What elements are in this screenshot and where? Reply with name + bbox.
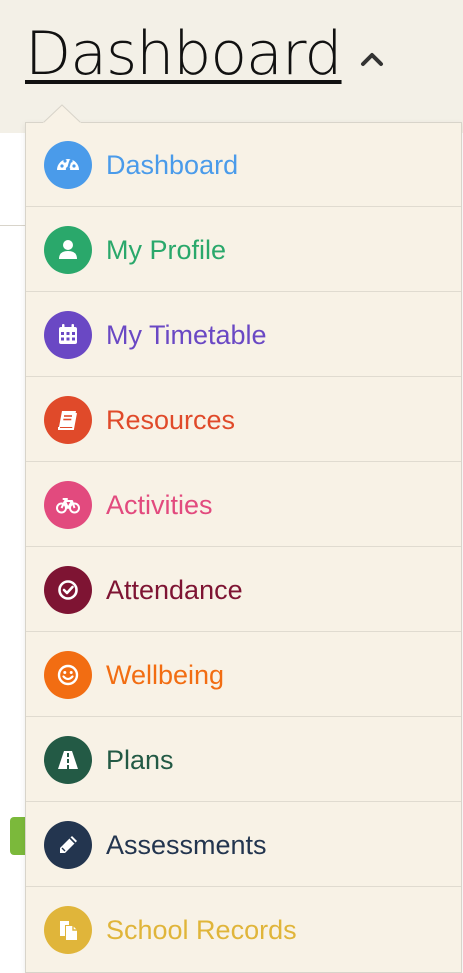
menu-item-label: Wellbeing: [106, 660, 225, 690]
dashboard-gauge-icon: [44, 141, 92, 189]
menu-item-label: School Records: [106, 915, 297, 945]
menu-item-my-profile[interactable]: My Profile: [26, 208, 461, 292]
copy-document-icon: [44, 906, 92, 954]
menu-item-assessments[interactable]: Assessments: [26, 803, 461, 887]
menu-item-label: Assessments: [106, 830, 267, 860]
dropdown-pointer: [43, 104, 81, 124]
menu-item-dashboard[interactable]: Dashboard: [26, 123, 461, 207]
menu-item-label: Activities: [106, 490, 213, 520]
calendar-icon: [44, 311, 92, 359]
page-title-dropdown-toggle[interactable]: Dashboard: [25, 14, 343, 94]
menu-item-label: Dashboard: [106, 150, 239, 180]
road-icon: [44, 736, 92, 784]
menu-item-activities[interactable]: Activities: [26, 463, 461, 547]
user-icon: [44, 226, 92, 274]
page: Dashboard Dashboard My Profile My Timeta…: [0, 0, 463, 973]
menu-item-label: My Timetable: [106, 320, 267, 350]
menu-item-label: Resources: [106, 405, 236, 435]
menu-item-wellbeing[interactable]: Wellbeing: [26, 633, 461, 717]
book-icon: [44, 396, 92, 444]
menu-item-label: My Profile: [106, 235, 227, 265]
dashboard-dropdown-menu: Dashboard My Profile My Timetable Resour…: [25, 122, 462, 973]
menu-item-label: Attendance: [106, 575, 243, 605]
menu-item-plans[interactable]: Plans: [26, 718, 461, 802]
check-circle-icon: [44, 566, 92, 614]
menu-item-resources[interactable]: Resources: [26, 378, 461, 462]
menu-item-school-records[interactable]: School Records: [26, 888, 461, 972]
chevron-up-icon[interactable]: [358, 48, 386, 70]
smile-icon: [44, 651, 92, 699]
pencil-icon: [44, 821, 92, 869]
bicycle-icon: [44, 481, 92, 529]
menu-item-attendance[interactable]: Attendance: [26, 548, 461, 632]
menu-item-my-timetable[interactable]: My Timetable: [26, 293, 461, 377]
menu-item-label: Plans: [106, 745, 174, 775]
